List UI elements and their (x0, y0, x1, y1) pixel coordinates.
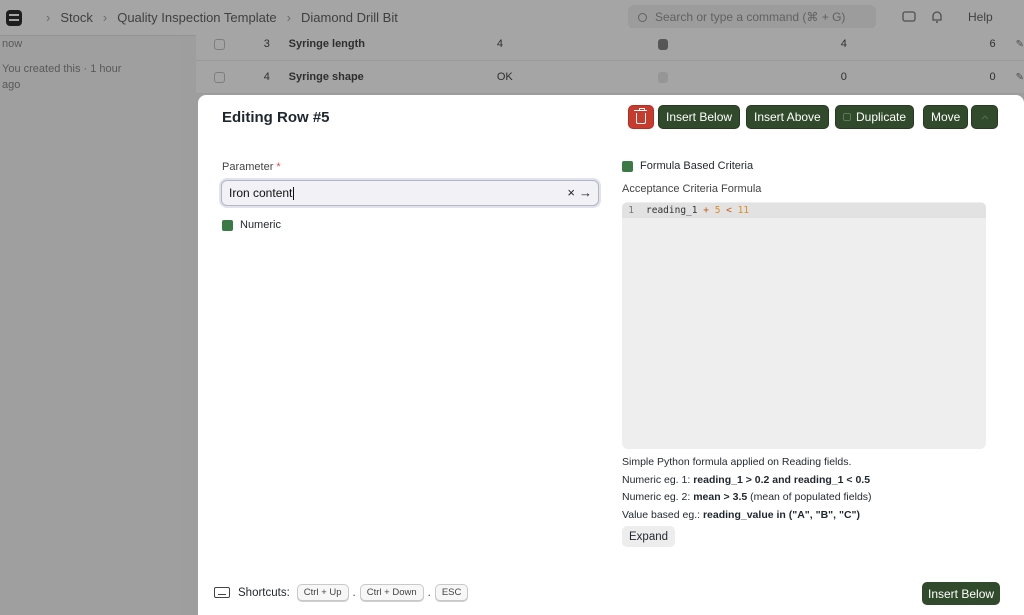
move-button[interactable]: Move (923, 105, 969, 129)
numeric-checkbox[interactable] (222, 219, 233, 231)
insert-below-button[interactable]: Insert Below (658, 105, 741, 129)
shortcut-key: ESC (434, 584, 469, 601)
expand-button[interactable]: Expand (622, 526, 676, 547)
collapse-button[interactable] (971, 105, 998, 129)
formula-based-checkbox[interactable] (622, 160, 633, 172)
code-line: 1 reading_1 + 5 < 11 (622, 203, 986, 218)
shortcut-key: Ctrl + Down (359, 584, 424, 601)
required-mark: * (276, 161, 281, 173)
line-number: 1 (628, 205, 634, 216)
trash-icon (634, 107, 647, 124)
formula-help: Simple Python formula applied on Reading… (622, 456, 872, 521)
edit-row-dialog: Editing Row #5 Insert Below Insert Above… (198, 95, 1024, 615)
formula-label: Acceptance Criteria Formula (622, 183, 762, 195)
duplicate-button[interactable]: Duplicate (835, 105, 915, 129)
duplicate-label: Duplicate (856, 110, 907, 124)
numeric-label: Numeric (240, 219, 281, 231)
clear-icon[interactable]: × (567, 185, 575, 200)
shortcut-key: Ctrl + Up (296, 584, 349, 601)
formula-based-label: Formula Based Criteria (640, 160, 754, 172)
shortcuts-bar: Shortcuts: Ctrl + Up . Ctrl + Down . ESC (214, 584, 469, 601)
duplicate-icon (843, 113, 851, 121)
chevron-up-icon (981, 115, 988, 120)
insert-above-button[interactable]: Insert Above (746, 105, 829, 129)
shortcuts-label: Shortcuts: (238, 586, 290, 599)
footer-insert-below-button[interactable]: Insert Below (922, 582, 1001, 605)
formula-based-checkbox-row[interactable]: Formula Based Criteria (622, 160, 753, 172)
parameter-field[interactable]: Iron content × → (221, 180, 599, 206)
keyboard-icon (214, 587, 230, 598)
open-link-icon[interactable]: → (579, 185, 592, 200)
parameter-value: Iron content (229, 186, 293, 200)
dialog-title: Editing Row #5 (222, 109, 330, 126)
delete-row-button[interactable] (628, 105, 654, 129)
formula-code-editor[interactable]: 1 reading_1 + 5 < 11 (622, 202, 986, 449)
parameter-label: Parameter * (222, 161, 281, 173)
numeric-checkbox-row[interactable]: Numeric (222, 219, 281, 231)
